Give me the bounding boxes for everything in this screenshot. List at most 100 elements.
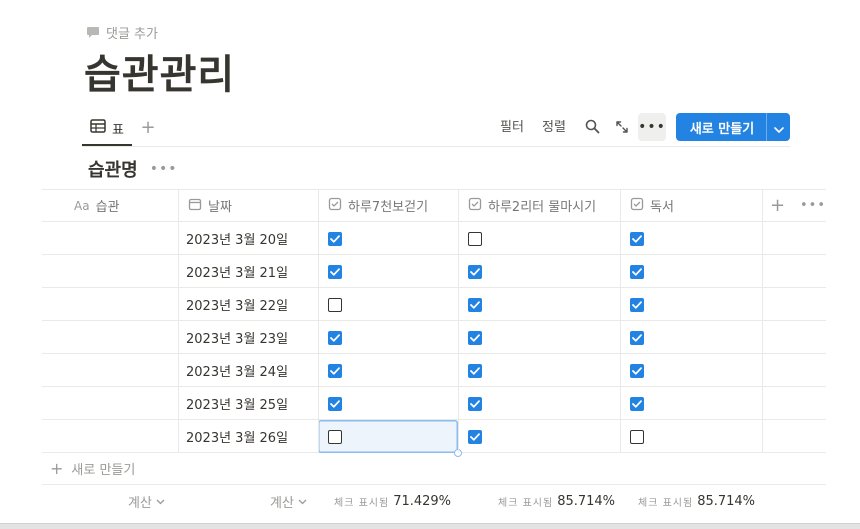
cell-water[interactable]	[458, 321, 620, 354]
checkbox-checked[interactable]	[328, 363, 342, 378]
page-title[interactable]: 습관관리	[84, 46, 235, 104]
cell-walk[interactable]	[318, 321, 458, 354]
cell-water[interactable]	[458, 387, 620, 420]
cell-reading[interactable]	[620, 387, 762, 420]
cell-walk[interactable]	[318, 222, 458, 255]
table-row[interactable]: 2023년 3월 21일	[42, 255, 826, 288]
cell-date[interactable]: 2023년 3월 23일	[178, 321, 318, 354]
checkbox-unchecked[interactable]	[328, 297, 342, 312]
checkbox-checked[interactable]	[468, 363, 482, 378]
cell-date[interactable]: 2023년 3월 21일	[178, 255, 318, 288]
table-more-button[interactable]: •••	[794, 189, 826, 222]
calc-reading[interactable]: 체크 표시됨 85.714%	[638, 485, 755, 517]
cell-reading[interactable]	[620, 321, 762, 354]
checkbox-checked[interactable]	[468, 396, 482, 411]
checkbox-checked[interactable]	[630, 297, 644, 312]
cell-reading[interactable]	[620, 288, 762, 321]
new-row-button[interactable]: + 새로 만들기	[42, 453, 826, 485]
checkbox-checked[interactable]	[328, 396, 342, 411]
calculation-row: 계산 계산 체크 표시됨 71.429% 체크 표시됨 85.714% 체크 표…	[42, 485, 826, 517]
cell-water[interactable]	[458, 354, 620, 387]
cell-reading[interactable]	[620, 354, 762, 387]
cell-water[interactable]	[458, 288, 620, 321]
group-header[interactable]: 습관명 •••	[88, 156, 177, 182]
new-row-label: 새로 만들기	[71, 463, 136, 478]
comment-add-row[interactable]: 댓글 추가	[86, 22, 158, 42]
column-header-walk[interactable]: 하루7천보걷기	[318, 189, 458, 222]
column-label: 습관	[95, 200, 120, 215]
table-icon	[90, 119, 106, 137]
checkbox-checked[interactable]	[630, 363, 644, 378]
cell-date[interactable]: 2023년 3월 24일	[178, 354, 318, 387]
filter-button[interactable]: 필터	[500, 118, 524, 138]
cell-habit[interactable]	[42, 222, 178, 255]
cell-reading[interactable]	[620, 222, 762, 255]
checkbox-checked[interactable]	[630, 264, 644, 279]
checkbox-checked[interactable]	[630, 330, 644, 345]
new-button[interactable]: 새로 만들기	[676, 113, 790, 141]
table-row[interactable]: 2023년 3월 22일	[42, 288, 826, 321]
column-divider	[318, 189, 319, 453]
checkbox-checked[interactable]	[468, 429, 482, 444]
cell-habit[interactable]	[42, 420, 178, 453]
cell-reading[interactable]	[620, 420, 762, 453]
cell-walk[interactable]	[318, 255, 458, 288]
cell-habit[interactable]	[42, 288, 178, 321]
column-header-reading[interactable]: 독서	[620, 189, 762, 222]
plus-icon: +	[50, 459, 64, 478]
checkbox-checked[interactable]	[328, 264, 342, 279]
cell-water[interactable]	[458, 222, 620, 255]
checkbox-unchecked[interactable]	[328, 429, 342, 444]
column-header-water[interactable]: 하루2리터 물마시기	[458, 189, 620, 222]
table-row[interactable]: 2023년 3월 24일	[42, 354, 826, 387]
checkbox-checked[interactable]	[468, 264, 482, 279]
table-body: 2023년 3월 20일 2023년 3월 21일 2023년 3월 22일 2023…	[42, 222, 826, 457]
calendar-icon	[188, 197, 202, 215]
table-row[interactable]: 2023년 3월 23일	[42, 321, 826, 354]
checkbox-unchecked[interactable]	[468, 231, 482, 246]
add-property-button[interactable]: +	[764, 189, 794, 222]
new-button-dropdown[interactable]	[766, 113, 790, 141]
table-row[interactable]: 2023년 3월 25일	[42, 387, 826, 420]
table-row[interactable]: 2023년 3월 26일	[42, 420, 826, 457]
cell-water[interactable]	[458, 420, 620, 453]
cell-habit[interactable]	[42, 354, 178, 387]
cell-date[interactable]: 2023년 3월 22일	[178, 288, 318, 321]
cell-walk[interactable]	[318, 354, 458, 387]
group-more-icon[interactable]: •••	[150, 161, 178, 177]
calc-water[interactable]: 체크 표시됨 85.714%	[498, 485, 615, 517]
checkbox-checked[interactable]	[468, 297, 482, 312]
cell-walk[interactable]	[318, 420, 462, 457]
column-header-date[interactable]: 날짜	[178, 189, 318, 222]
cell-date[interactable]: 2023년 3월 25일	[178, 387, 318, 420]
cell-date[interactable]: 2023년 3월 20일	[178, 222, 318, 255]
cell-habit[interactable]	[42, 255, 178, 288]
cell-walk[interactable]	[318, 288, 458, 321]
expand-button[interactable]	[612, 118, 632, 138]
column-header-habit[interactable]: Aa 습관	[64, 189, 178, 222]
search-button[interactable]	[582, 118, 602, 138]
calc-walk[interactable]: 체크 표시됨 71.429%	[334, 485, 451, 517]
checkbox-checked[interactable]	[328, 330, 342, 345]
sort-button[interactable]: 정렬	[542, 118, 566, 138]
cell-habit[interactable]	[42, 387, 178, 420]
table-row[interactable]: 2023년 3월 20일	[42, 222, 826, 255]
expand-icon	[615, 119, 629, 138]
cell-habit[interactable]	[42, 321, 178, 354]
checkbox-unchecked[interactable]	[630, 429, 644, 444]
cell-water[interactable]	[458, 255, 620, 288]
cell-date[interactable]: 2023년 3월 26일	[178, 420, 318, 453]
cell-walk[interactable]	[318, 387, 458, 420]
calc-habit[interactable]: 계산	[128, 485, 165, 517]
column-divider	[178, 189, 179, 453]
view-tab-table[interactable]: 표	[82, 112, 132, 146]
calc-date[interactable]: 계산	[270, 485, 307, 517]
checkbox-checked[interactable]	[630, 396, 644, 411]
checkbox-checked[interactable]	[468, 330, 482, 345]
cell-reading[interactable]	[620, 255, 762, 288]
more-options-button[interactable]: •••	[638, 113, 666, 141]
chevron-down-icon	[773, 118, 784, 137]
checkbox-checked[interactable]	[328, 231, 342, 246]
add-view-button[interactable]: +	[138, 118, 158, 138]
checkbox-checked[interactable]	[630, 231, 644, 246]
